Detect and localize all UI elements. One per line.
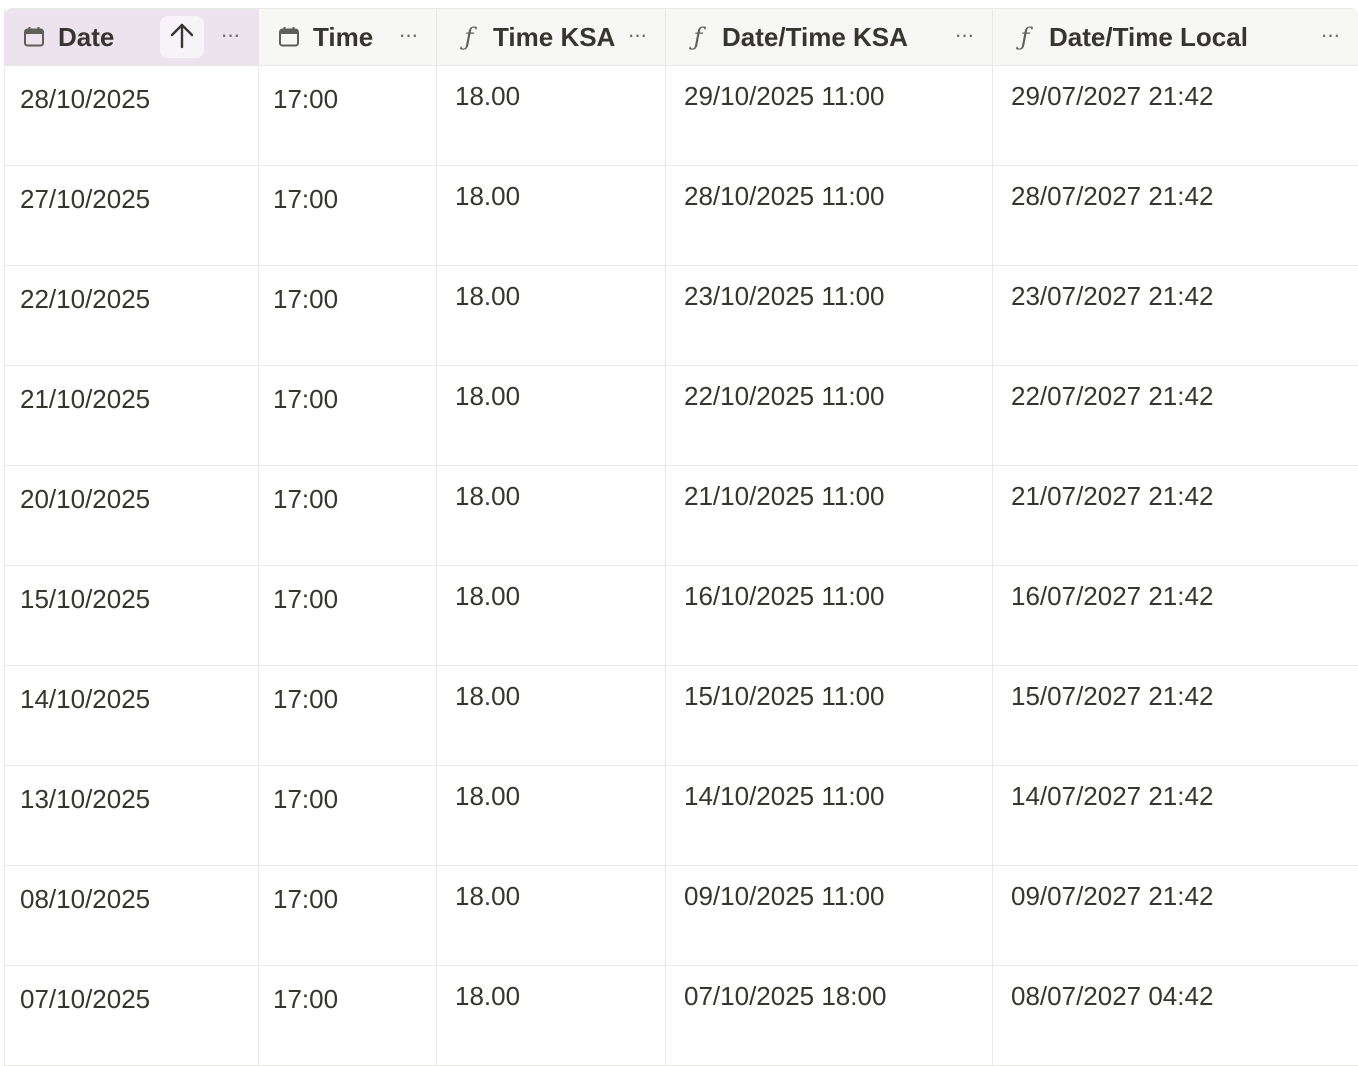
column-header-date[interactable]: Date ··· — [4, 9, 259, 65]
cell-datetime-local[interactable]: 15/07/2027 21:42 — [993, 666, 1358, 766]
cell-datetime-ksa[interactable]: 16/10/2025 11:00 — [666, 566, 993, 666]
cell-time-ksa[interactable]: 18.00 — [437, 266, 666, 366]
column-more-button[interactable]: ··· — [216, 23, 244, 51]
cell-time[interactable]: 17:00 — [259, 66, 437, 166]
cell-time[interactable]: 17:00 — [259, 466, 437, 566]
table-row[interactable]: 08/10/2025 17:00 18.00 09/10/2025 11:00 … — [4, 866, 1358, 966]
formula-icon: ƒ — [693, 23, 703, 51]
table-row[interactable]: 28/10/2025 17:00 18.00 29/10/2025 11:00 … — [4, 66, 1358, 166]
table-row[interactable]: 15/10/2025 17:00 18.00 16/10/2025 11:00 … — [4, 566, 1358, 666]
table-row[interactable]: 22/10/2025 17:00 18.00 23/10/2025 11:00 … — [4, 266, 1358, 366]
cell-datetime-local[interactable]: 21/07/2027 21:42 — [993, 466, 1358, 566]
cell-date[interactable]: 15/10/2025 — [4, 566, 259, 666]
cell-time[interactable]: 17:00 — [259, 266, 437, 366]
cell-date[interactable]: 22/10/2025 — [4, 266, 259, 366]
column-more-button[interactable]: ··· — [950, 23, 978, 51]
cell-datetime-local[interactable]: 28/07/2027 21:42 — [993, 166, 1358, 266]
cell-date[interactable]: 14/10/2025 — [4, 666, 259, 766]
column-title-time: Time — [313, 21, 374, 52]
cell-time-ksa[interactable]: 18.00 — [437, 466, 666, 566]
cell-time-ksa[interactable]: 18.00 — [437, 166, 666, 266]
cell-date[interactable]: 07/10/2025 — [4, 966, 259, 1066]
cell-time[interactable]: 17:00 — [259, 866, 437, 966]
cell-date[interactable]: 20/10/2025 — [4, 466, 259, 566]
cell-time-ksa[interactable]: 18.00 — [437, 866, 666, 966]
column-header-datetime-local[interactable]: ƒ Date/Time Local ··· — [993, 9, 1358, 65]
cell-time[interactable]: 17:00 — [259, 166, 437, 266]
calendar-icon — [20, 23, 48, 51]
cell-date[interactable]: 21/10/2025 — [4, 366, 259, 466]
formula-icon: ƒ — [1020, 23, 1030, 51]
cell-time-ksa[interactable]: 18.00 — [437, 666, 666, 766]
cell-datetime-local[interactable]: 16/07/2027 21:42 — [993, 566, 1358, 666]
cell-datetime-ksa[interactable]: 15/10/2025 11:00 — [666, 666, 993, 766]
column-header-time[interactable]: Time ··· — [259, 9, 437, 65]
cell-datetime-local[interactable]: 23/07/2027 21:42 — [993, 266, 1358, 366]
column-header-datetime-ksa[interactable]: ƒ Date/Time KSA ··· — [666, 9, 993, 65]
cell-datetime-ksa[interactable]: 22/10/2025 11:00 — [666, 366, 993, 466]
column-title-datetime-local: Date/Time Local — [1049, 21, 1248, 52]
sort-ascending-button[interactable] — [160, 16, 204, 58]
cell-time-ksa[interactable]: 18.00 — [437, 66, 666, 166]
cell-datetime-ksa[interactable]: 07/10/2025 18:00 — [666, 966, 993, 1066]
cell-time[interactable]: 17:00 — [259, 666, 437, 766]
cell-time-ksa[interactable]: 18.00 — [437, 366, 666, 466]
calendar-icon — [275, 23, 303, 51]
cell-datetime-local[interactable]: 14/07/2027 21:42 — [993, 766, 1358, 866]
cell-datetime-local[interactable]: 09/07/2027 21:42 — [993, 866, 1358, 966]
cell-time[interactable]: 17:00 — [259, 966, 437, 1066]
table-row[interactable]: 27/10/2025 17:00 18.00 28/10/2025 11:00 … — [4, 166, 1358, 266]
column-header-time-ksa[interactable]: ƒ Time KSA ··· — [437, 9, 666, 65]
cell-datetime-ksa[interactable]: 09/10/2025 11:00 — [666, 866, 993, 966]
column-more-button[interactable]: ··· — [623, 23, 651, 51]
cell-datetime-ksa[interactable]: 14/10/2025 11:00 — [666, 766, 993, 866]
table-row[interactable]: 13/10/2025 17:00 18.00 14/10/2025 11:00 … — [4, 766, 1358, 866]
cell-datetime-local[interactable]: 08/07/2027 04:42 — [993, 966, 1358, 1066]
column-more-button[interactable]: ··· — [394, 23, 422, 51]
cell-date[interactable]: 27/10/2025 — [4, 166, 259, 266]
cell-time-ksa[interactable]: 18.00 — [437, 966, 666, 1066]
column-more-button[interactable]: ··· — [1316, 23, 1344, 51]
column-title-datetime-ksa: Date/Time KSA — [722, 21, 908, 52]
cell-time-ksa[interactable]: 18.00 — [437, 766, 666, 866]
arrow-up-icon — [169, 21, 195, 54]
table-header: Date ··· Time ··· ƒ Time KSA ··· ƒ Date/… — [4, 8, 1358, 66]
cell-date[interactable]: 08/10/2025 — [4, 866, 259, 966]
formula-icon: ƒ — [464, 23, 474, 51]
cell-date[interactable]: 28/10/2025 — [4, 66, 259, 166]
table-body: 28/10/2025 17:00 18.00 29/10/2025 11:00 … — [4, 66, 1358, 1066]
cell-datetime-ksa[interactable]: 28/10/2025 11:00 — [666, 166, 993, 266]
cell-datetime-ksa[interactable]: 21/10/2025 11:00 — [666, 466, 993, 566]
cell-time[interactable]: 17:00 — [259, 766, 437, 866]
column-title-date: Date — [58, 21, 115, 52]
cell-time[interactable]: 17:00 — [259, 566, 437, 666]
column-title-time-ksa: Time KSA — [493, 21, 616, 52]
cell-date[interactable]: 13/10/2025 — [4, 766, 259, 866]
cell-datetime-local[interactable]: 29/07/2027 21:42 — [993, 66, 1358, 166]
cell-time-ksa[interactable]: 18.00 — [437, 566, 666, 666]
table-row[interactable]: 07/10/2025 17:00 18.00 07/10/2025 18:00 … — [4, 966, 1358, 1066]
cell-datetime-local[interactable]: 22/07/2027 21:42 — [993, 366, 1358, 466]
cell-time[interactable]: 17:00 — [259, 366, 437, 466]
database-table: Date ··· Time ··· ƒ Time KSA ··· ƒ Date/… — [4, 8, 1358, 1066]
cell-datetime-ksa[interactable]: 29/10/2025 11:00 — [666, 66, 993, 166]
table-row[interactable]: 14/10/2025 17:00 18.00 15/10/2025 11:00 … — [4, 666, 1358, 766]
table-row[interactable]: 21/10/2025 17:00 18.00 22/10/2025 11:00 … — [4, 366, 1358, 466]
cell-datetime-ksa[interactable]: 23/10/2025 11:00 — [666, 266, 993, 366]
table-row[interactable]: 20/10/2025 17:00 18.00 21/10/2025 11:00 … — [4, 466, 1358, 566]
